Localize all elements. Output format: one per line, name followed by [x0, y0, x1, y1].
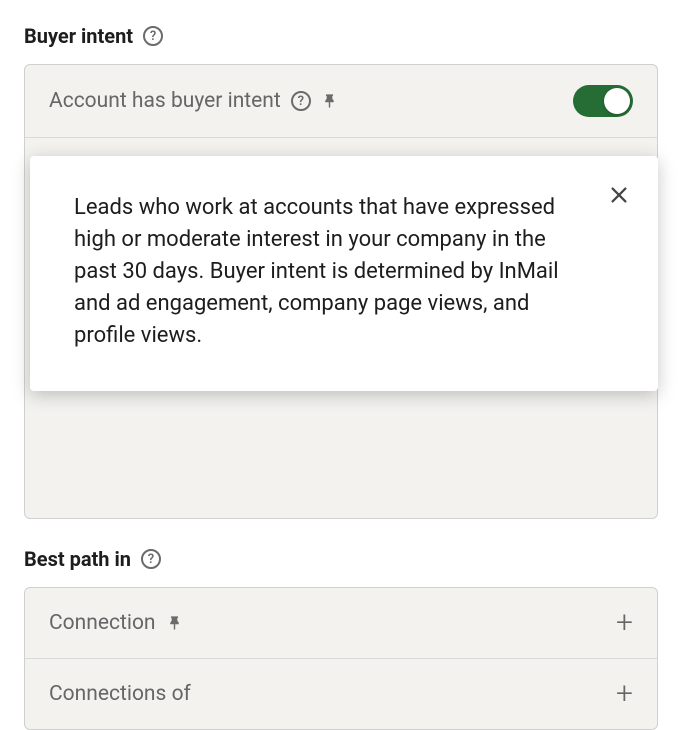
help-icon[interactable]: ? [291, 91, 311, 111]
buyer-intent-toggle[interactable] [573, 85, 633, 117]
section-title: Best path in [24, 547, 131, 571]
filter-row-connection[interactable]: Connection + [25, 588, 657, 659]
help-icon[interactable]: ? [141, 549, 161, 569]
pin-icon[interactable] [166, 615, 183, 632]
plus-icon[interactable]: + [616, 679, 633, 709]
filter-label: Account has buyer intent [49, 89, 281, 113]
filter-row-left: Connection [49, 611, 183, 635]
help-icon[interactable]: ? [143, 26, 163, 46]
section-title: Buyer intent [24, 24, 133, 48]
plus-icon[interactable]: + [616, 608, 633, 638]
filter-row-connections-of[interactable]: Connections of + [25, 659, 657, 729]
filter-row-left: Account has buyer intent ? [49, 89, 338, 113]
close-icon[interactable] [608, 184, 630, 206]
filter-label: Connections of [49, 682, 191, 706]
section-header: Best path in ? [24, 547, 658, 571]
filter-label: Connection [49, 611, 156, 635]
filter-row-left: Connections of [49, 682, 191, 706]
section-header: Buyer intent ? [24, 24, 658, 48]
pin-icon[interactable] [321, 93, 338, 110]
best-path-panel: Connection + Connections of + [24, 587, 658, 730]
tooltip-text: Leads who work at accounts that have exp… [74, 192, 614, 351]
filter-row-account-buyer-intent[interactable]: Account has buyer intent ? [25, 65, 657, 138]
buyer-intent-tooltip: Leads who work at accounts that have exp… [30, 156, 658, 391]
toggle-knob [604, 88, 630, 114]
best-path-section: Best path in ? Connection + Connections … [24, 547, 658, 730]
